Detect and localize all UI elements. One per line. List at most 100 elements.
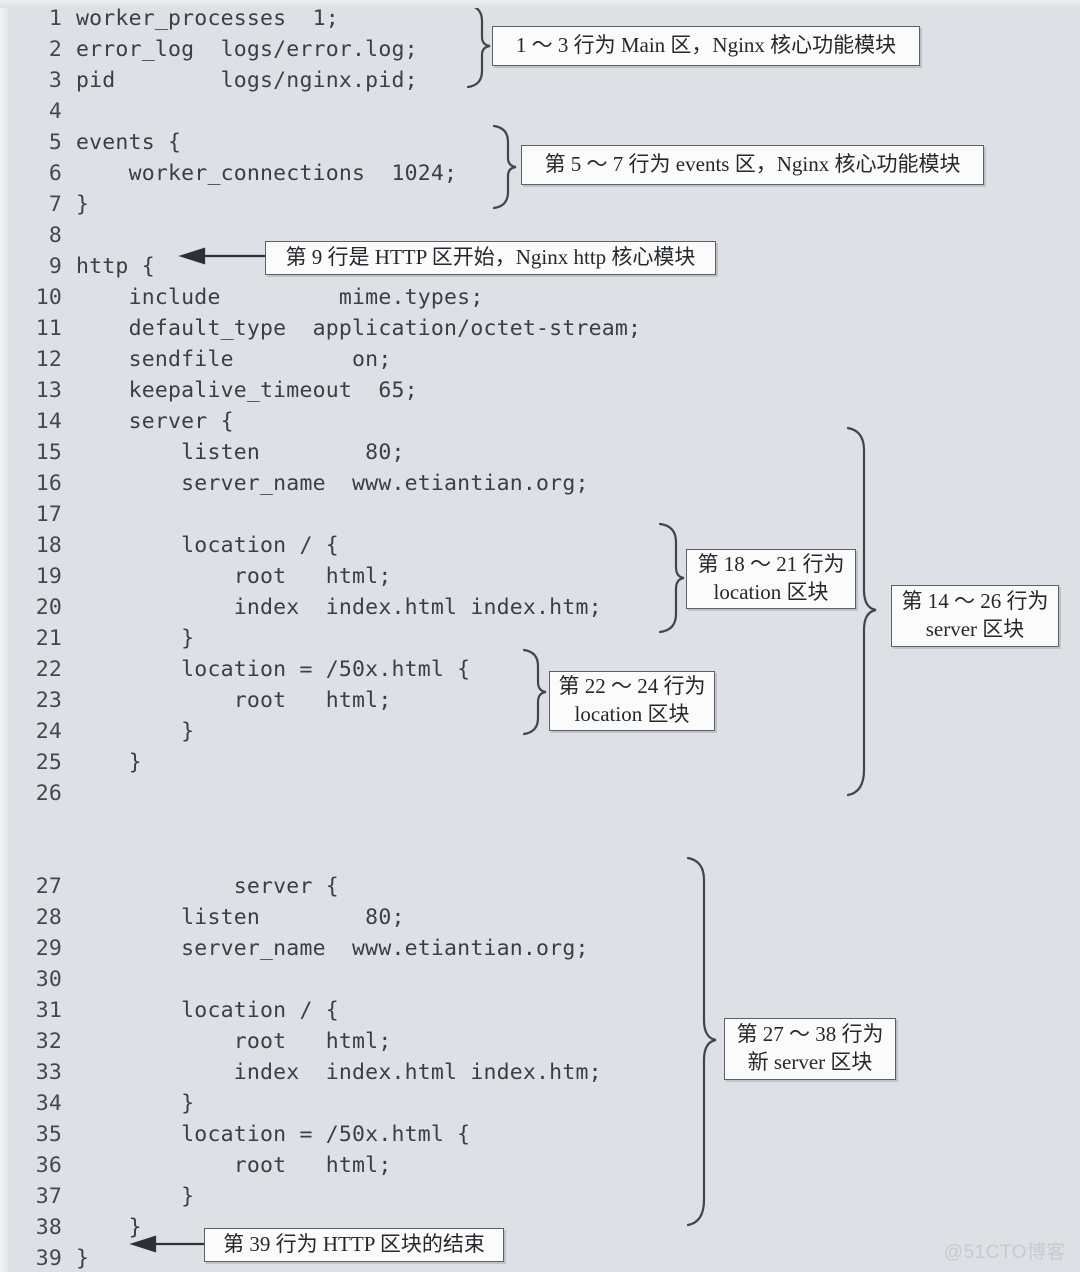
line-number: 25 — [35, 750, 62, 775]
callout-new-server-27-38: 第 27 ～ 38 行为 新 server 区块 — [724, 1018, 896, 1080]
watermark: @51CTO博客 — [943, 1242, 1066, 1263]
callout-main-zone: 1 ～ 3 行为 Main 区，Nginx 核心功能模块 — [492, 26, 920, 66]
line-code-text: location / { — [76, 998, 339, 1023]
line-number: 20 — [35, 595, 62, 620]
code-line: 28 listen 80; — [0, 902, 405, 933]
line-number: 24 — [35, 719, 62, 744]
code-line: 34 } — [0, 1088, 194, 1119]
line-number: 37 — [35, 1184, 62, 1209]
line-code-text: } — [76, 1091, 195, 1116]
line-code-text: root html; — [76, 688, 392, 713]
line-code-text: } — [76, 626, 195, 651]
line-code-text: default_type application/octet-stream; — [76, 316, 642, 341]
code-line: 33 index index.html index.htm; — [0, 1057, 602, 1088]
callout-new-server-27-38-line2: 新 server 区块 — [747, 1050, 873, 1074]
line-number: 16 — [35, 471, 62, 496]
code-line: 39} — [0, 1243, 89, 1272]
line-number: 10 — [35, 285, 62, 310]
line-number: 7 — [48, 192, 62, 217]
callout-location-18-21: 第 18 ～ 21 行为 location 区块 — [686, 549, 856, 609]
line-number: 33 — [35, 1060, 62, 1085]
line-code-text: root html; — [76, 1029, 392, 1054]
line-number: 22 — [35, 657, 62, 682]
line-number: 2 — [48, 37, 62, 62]
figure-canvas: 1 worker_processes 1; 2 error_log logs/erro… — [0, 0, 1080, 1272]
line-code-text: } — [76, 719, 195, 744]
line-code-text: server_name www.etiantian.org; — [76, 471, 589, 496]
line-number: 14 — [35, 409, 62, 434]
line-number: 8 — [48, 223, 62, 248]
code-line: 37 } — [0, 1181, 194, 1212]
callout-main-zone-line1: 1 ～ 3 行为 Main 区，Nginx 核心功能模块 — [515, 33, 897, 58]
line-number: 3 — [48, 68, 62, 93]
code-line: 27 server { — [0, 871, 339, 902]
code-line: 29 server_name www.etiantian.org; — [0, 933, 589, 964]
line-code-text: index index.html index.htm; — [76, 595, 602, 620]
line-code-text: root html; — [76, 1153, 392, 1178]
code-line: 22 location = /50x.html { — [0, 654, 470, 685]
callout-location-18-21-line2: location 区块 — [713, 580, 829, 604]
line-number: 1 — [48, 6, 62, 31]
line-code-text: include mime.types; — [76, 285, 484, 310]
line-code-text: worker_connections 1024; — [76, 161, 458, 186]
line-code-text: sendfile on; — [76, 347, 392, 372]
code-line: 18 location / { — [0, 530, 339, 561]
line-number: 21 — [35, 626, 62, 651]
code-line: 15 listen 80; — [0, 437, 405, 468]
code-line: 7} — [0, 189, 89, 220]
code-line: 2 error_log logs/error.log; — [0, 34, 418, 65]
line-number: 9 — [48, 254, 62, 279]
line-number: 15 — [35, 440, 62, 465]
code-line: 35 location = /50x.html { — [0, 1119, 470, 1150]
code-line: 36 root html; — [0, 1150, 392, 1181]
line-code-text: listen 80; — [76, 905, 405, 930]
line-number: 19 — [35, 564, 62, 589]
code-line: 31 location / { — [0, 995, 339, 1026]
line-code-text: root html; — [76, 564, 392, 589]
line-code-text: location = /50x.html { — [76, 657, 471, 682]
line-number: 30 — [35, 967, 62, 992]
line-code-text: } — [76, 1184, 195, 1209]
callout-http-start-line1: 第 9 行是 HTTP 区开始，Nginx http 核心模块 — [285, 245, 696, 270]
code-line: 38 } — [0, 1212, 142, 1243]
line-number: 23 — [35, 688, 62, 713]
line-code-text: keepalive_timeout 65; — [76, 378, 418, 403]
callout-http-end: 第 39 行为 HTTP 区块的结束 — [204, 1228, 504, 1262]
callout-location-22-24-line1: 第 22 ～ 24 行为 — [558, 674, 706, 699]
line-code-text: } — [76, 192, 90, 217]
callout-location-18-21-line1: 第 18 ～ 21 行为 — [697, 552, 845, 577]
code-line: 9 http { — [0, 251, 155, 282]
line-code-text: pid logs/nginx.pid; — [76, 68, 418, 93]
line-number: 39 — [35, 1246, 62, 1271]
line-code-text: http { — [76, 254, 155, 279]
line-code-text: error_log logs/error.log; — [76, 37, 418, 62]
code-line: 25 } — [0, 747, 142, 778]
callout-new-server-27-38-line1: 第 27 ～ 38 行为 — [736, 1022, 884, 1047]
line-number: 38 — [35, 1215, 62, 1240]
callout-http-end-line1: 第 39 行为 HTTP 区块的结束 — [223, 1232, 485, 1257]
code-line: 10 include mime.types; — [0, 282, 484, 313]
code-line: 8 — [0, 220, 76, 251]
line-number: 12 — [35, 347, 62, 372]
code-line: 1 worker_processes 1; — [0, 3, 339, 34]
callout-location-22-24-line2: location 区块 — [574, 702, 690, 726]
line-code-text: } — [76, 1215, 142, 1240]
code-line: 23 root html; — [0, 685, 392, 716]
line-number: 35 — [35, 1122, 62, 1147]
line-number: 29 — [35, 936, 62, 961]
code-line: 11 default_type application/octet-stream… — [0, 313, 641, 344]
line-number: 5 — [48, 130, 62, 155]
callout-events-zone-line1: 第 5 ～ 7 行为 events 区，Nginx 核心功能模块 — [544, 152, 961, 177]
line-code-text: server { — [76, 874, 339, 899]
code-line: 5 events { — [0, 127, 181, 158]
line-number: 34 — [35, 1091, 62, 1116]
code-line: 26 — [0, 778, 76, 809]
line-number: 26 — [35, 781, 62, 806]
line-number: 17 — [35, 502, 62, 527]
line-number: 27 — [35, 874, 62, 899]
line-code-text: worker_processes 1; — [76, 6, 339, 31]
line-code-text: events { — [76, 130, 182, 155]
code-line: 30 — [0, 964, 76, 995]
line-code-text: location = /50x.html { — [76, 1122, 471, 1147]
line-number: 28 — [35, 905, 62, 930]
